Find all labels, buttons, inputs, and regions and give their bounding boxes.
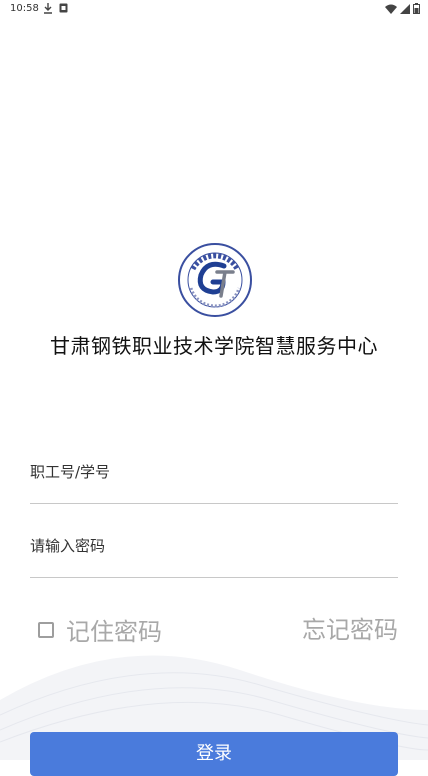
password-input[interactable] (30, 531, 398, 561)
download-icon (43, 2, 53, 17)
status-time: 10:58 (10, 3, 39, 14)
username-underline (30, 503, 398, 504)
login-button[interactable]: 登录 (30, 732, 398, 776)
status-bar: 10:58 (0, 0, 428, 20)
wifi-icon (384, 4, 397, 14)
remember-checkbox[interactable] (38, 621, 54, 638)
battery-icon (413, 3, 420, 14)
password-underline (30, 577, 398, 578)
username-input[interactable] (30, 457, 398, 487)
page-title: 甘肃钢铁职业技术学院智慧服务中心 (50, 334, 378, 358)
status-right (384, 3, 420, 17)
sim-icon (59, 3, 68, 16)
signal-icon (399, 4, 410, 14)
college-seal-logo (177, 242, 253, 318)
